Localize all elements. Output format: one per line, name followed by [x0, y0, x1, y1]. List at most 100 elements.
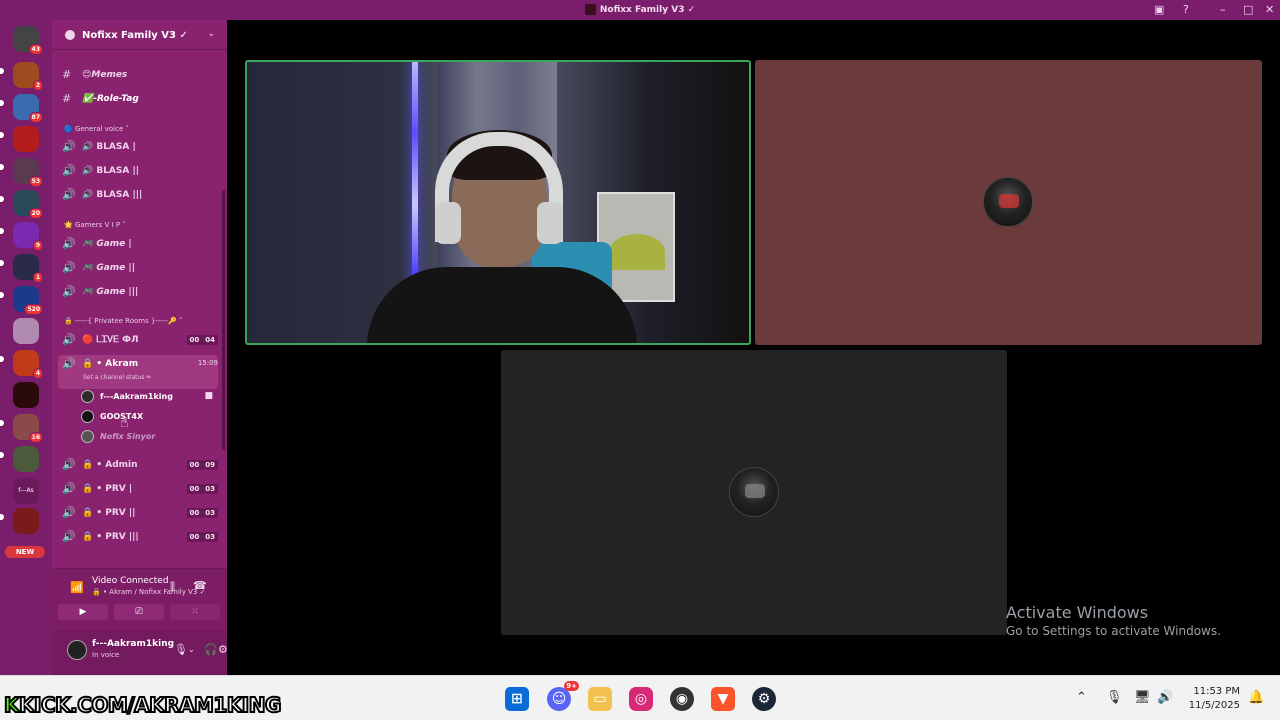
- help-icon[interactable]: ?: [1183, 3, 1189, 16]
- user-count: 00 04: [186, 335, 218, 345]
- category-general-voice[interactable]: 🔵 General voice ˅: [64, 125, 129, 133]
- start-windows-icon[interactable]: ⊞: [505, 687, 529, 711]
- video-stage: [227, 20, 1280, 675]
- voice-channel-akram[interactable]: 🔊 🔒 • Akram 15:09 Set a channel status ✏: [58, 355, 218, 389]
- avatar: [81, 390, 94, 403]
- chevron-down-icon[interactable]: ⌄: [188, 645, 195, 654]
- voice-channel[interactable]: 🔊 🔊 BLASA |||: [58, 186, 218, 206]
- poster-art: [609, 234, 665, 270]
- chevron-up-icon[interactable]: ⌃: [1076, 690, 1087, 705]
- close-button[interactable]: ✕: [1265, 3, 1274, 16]
- voice-member[interactable]: GOOST4X: [81, 408, 213, 426]
- notification-bell-icon[interactable]: 🔔: [1248, 690, 1264, 705]
- network-icon[interactable]: 🖥: [1134, 690, 1151, 705]
- voice-channel[interactable]: 🔊 🔒 • PRV | 00 03: [58, 480, 218, 500]
- user-avatar[interactable]: [67, 640, 87, 660]
- server-icon[interactable]: [13, 382, 39, 408]
- server-unread-pill: [0, 196, 4, 202]
- discord-icon[interactable]: ☺ 9+: [547, 681, 579, 711]
- server-unread-pill: [0, 132, 4, 138]
- microphone-icon[interactable]: 🎙: [1106, 690, 1123, 705]
- server-icon[interactable]: [13, 318, 39, 344]
- minimize-button[interactable]: –: [1220, 3, 1226, 16]
- text-channel-role-tag[interactable]: # ✅-Role-Tag: [58, 90, 218, 110]
- voice-channel[interactable]: 🔊 🎮 Game ||: [58, 259, 218, 279]
- discord-app-icon: [584, 4, 596, 15]
- file-explorer-icon[interactable]: ▭: [588, 687, 612, 711]
- voice-member[interactable]: Nofix Sinyor: [81, 428, 213, 446]
- server-icon[interactable]: 4: [13, 350, 43, 379]
- voice-status: Video Connected: [92, 576, 169, 586]
- window-titlebar: Nofixx Family V3 ✓ ▣ ? – □ ✕: [0, 0, 1280, 20]
- voice-channel[interactable]: 🔊 🎮 Game |||: [58, 283, 218, 303]
- obs-icon[interactable]: ◉: [670, 687, 694, 711]
- server-icon[interactable]: 1: [13, 254, 43, 283]
- noise-suppression-icon[interactable]: ⫼: [170, 580, 175, 594]
- webcam-video-tile[interactable]: [245, 60, 751, 345]
- window-title: Nofixx Family V3 ✓: [0, 4, 1280, 15]
- signal-icon: 📶: [70, 581, 84, 594]
- speaker-icon: 🔊: [62, 188, 76, 201]
- voice-channel[interactable]: 🔊 🔴 ᏞᏆᏙᎬ ФЛ 00 04: [58, 331, 218, 351]
- server-unread-pill: [0, 292, 4, 298]
- server-icon[interactable]: 53: [13, 158, 43, 187]
- participant-tile[interactable]: [501, 350, 1007, 635]
- voice-channel[interactable]: 🔊 🔒 • PRV ||| 00 03: [58, 528, 218, 548]
- speaker-icon: 🔊: [62, 237, 76, 250]
- category-private-rooms[interactable]: 🔒 -----{ Privatee Rooms }-----🔑 ˅: [64, 317, 183, 325]
- server-icon[interactable]: 43: [13, 26, 43, 55]
- screen-share-button[interactable]: ⎚: [114, 604, 164, 620]
- system-clock[interactable]: 11:53 PM 11/5/2025: [1184, 685, 1240, 713]
- avatar-art: [745, 484, 765, 498]
- channel-status[interactable]: Set a channel status ✏: [83, 374, 151, 381]
- instagram-icon[interactable]: ◎: [629, 687, 653, 711]
- server-icon[interactable]: 16: [13, 414, 43, 443]
- voice-channel[interactable]: 🔊 🔊 BLASA ||: [58, 162, 218, 182]
- voice-channel[interactable]: 🔊 🔊 BLASA |: [58, 138, 218, 158]
- participant-tile[interactable]: [755, 60, 1262, 345]
- speaker-icon: 🔊: [62, 261, 76, 274]
- user-count: 00 03: [186, 532, 218, 542]
- channel-scrollbar[interactable]: [222, 190, 225, 450]
- voice-location[interactable]: 🔒 • Akram / Nofixx Family V3 ✓: [92, 588, 205, 596]
- server-icon[interactable]: 520: [13, 286, 43, 315]
- user-count: 00 09: [186, 460, 218, 470]
- server-icon[interactable]: [13, 126, 39, 152]
- camera-button[interactable]: ▶: [58, 604, 108, 620]
- volume-icon[interactable]: 🔊: [1157, 690, 1173, 705]
- hashtag-icon: #: [62, 92, 72, 105]
- avatar: [81, 410, 94, 423]
- server-header[interactable]: Nofixx Family V3 ✓ ⌄: [52, 20, 227, 50]
- brave-browser-icon[interactable]: ▼: [711, 687, 735, 711]
- microphone-icon[interactable]: 🎙: [174, 643, 188, 656]
- server-icon[interactable]: 2: [13, 62, 43, 91]
- speaker-icon: 🔊: [62, 357, 76, 370]
- username: f---Aakram1king: [92, 639, 175, 649]
- server-badge-icon: [65, 30, 75, 40]
- voice-channel[interactable]: 🔊 🎮 Game |: [58, 235, 218, 255]
- server-icon[interactable]: 87: [13, 94, 43, 123]
- server-unread-pill: [0, 260, 4, 266]
- disconnect-icon[interactable]: ☎: [193, 579, 207, 592]
- text-channel-memes[interactable]: # 😊Memes: [58, 66, 218, 86]
- notification-badge: 9+: [564, 681, 579, 691]
- voice-channel[interactable]: 🔊 🔒 • PRV || 00 03: [58, 504, 218, 524]
- server-icon[interactable]: 9: [13, 222, 43, 251]
- activate-windows-watermark: Activate Windows Go to Settings to activ…: [1006, 603, 1221, 638]
- server-icon[interactable]: [13, 508, 39, 534]
- server-icon[interactable]: f---As: [13, 478, 39, 504]
- chevron-down-icon[interactable]: ⌄: [207, 29, 215, 39]
- headphones-icon[interactable]: 🎧: [204, 643, 218, 656]
- server-list: 43 2 87 53 20 9 1 520 4 16 f---As NEW: [0, 20, 52, 675]
- category-gamers-vip[interactable]: 🌟 Gamers V I P ˅: [64, 221, 126, 229]
- inbox-icon[interactable]: ▣: [1154, 3, 1164, 16]
- server-icon[interactable]: [13, 446, 39, 472]
- maximize-button[interactable]: □: [1243, 3, 1253, 16]
- steam-icon[interactable]: ⚙: [752, 687, 776, 711]
- voice-channel[interactable]: 🔊 🔒 • Admin 00 09: [58, 456, 218, 476]
- speaker-icon: 🔊: [62, 530, 76, 543]
- server-icon[interactable]: 20: [13, 190, 43, 219]
- channel-timer: 15:09: [197, 359, 218, 367]
- activities-button[interactable]: ⁙: [170, 604, 220, 620]
- voice-member[interactable]: f---Aakram1king ■: [81, 388, 213, 406]
